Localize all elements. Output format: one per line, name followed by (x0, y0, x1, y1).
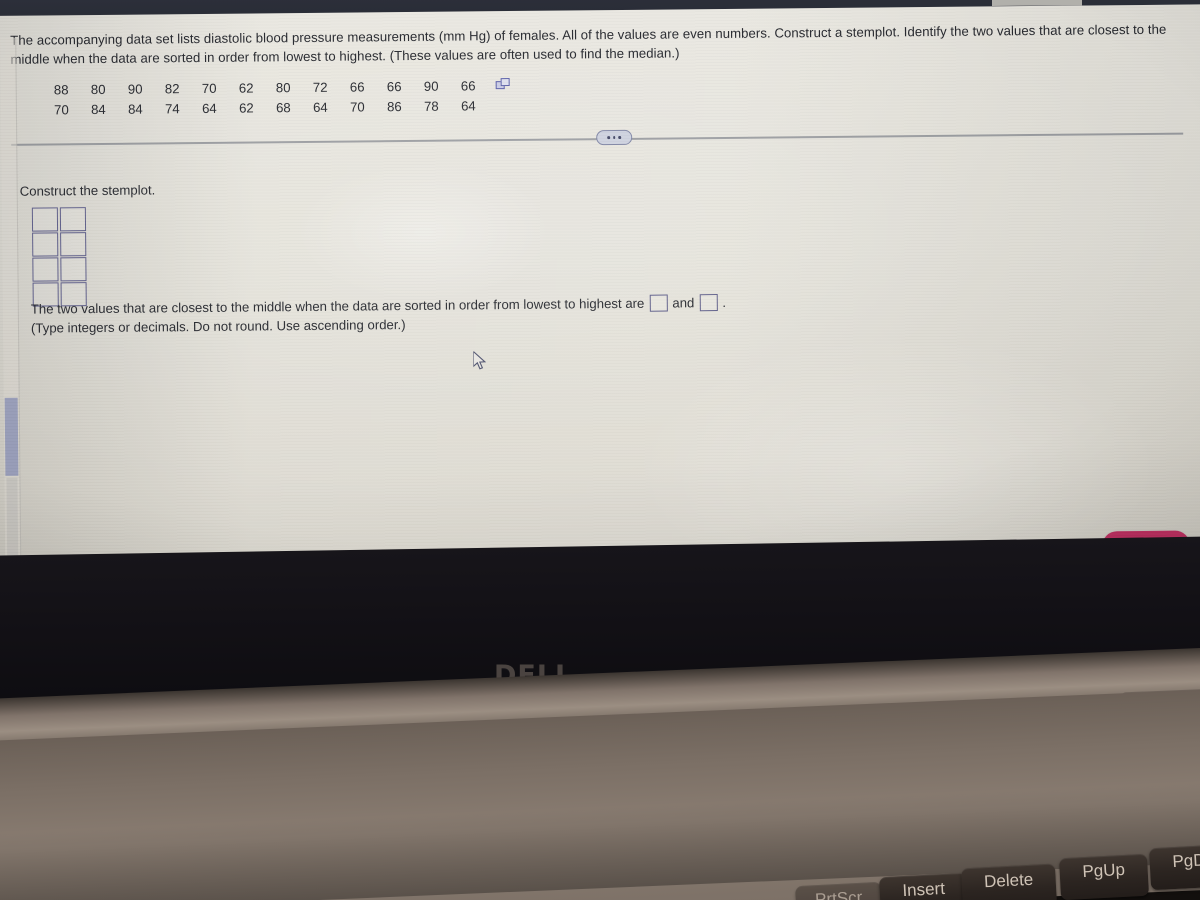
data-cell: 84 (90, 101, 106, 117)
stemplot-row (32, 257, 87, 282)
data-cell: 70 (201, 80, 217, 96)
copy-icon[interactable] (495, 78, 512, 92)
data-cell: 78 (423, 98, 439, 114)
stemplot-leaf-input[interactable] (60, 257, 87, 282)
stemplot-stem-input[interactable] (32, 257, 59, 282)
key-label: Delete (983, 869, 1034, 892)
data-cell: 70 (53, 101, 69, 117)
data-cell: 90 (423, 78, 439, 94)
data-cell: 66 (349, 78, 365, 95)
stemplot-row (32, 232, 87, 257)
data-cell: 74 (164, 100, 180, 116)
vertical-scrollbar[interactable] (0, 37, 22, 578)
stemplot-stem-input[interactable] (32, 232, 59, 257)
copy-icon-front-square (500, 78, 510, 87)
answer-input-2[interactable] (699, 294, 718, 312)
data-cell: 90 (127, 81, 143, 97)
scrollbar-thumb[interactable] (4, 397, 19, 476)
data-cell: 64 (201, 100, 217, 116)
key-delete[interactable]: Delete (960, 863, 1058, 900)
data-cell: 66 (460, 77, 476, 94)
key-label: PgUp (1081, 859, 1126, 882)
question-prompt: The accompanying data set lists diastoli… (10, 21, 1167, 67)
key-label: PrtScr (814, 887, 863, 900)
subprompt-construct-stemplot: Construct the stemplot. (19, 182, 156, 199)
data-cell: 70 (349, 98, 365, 115)
data-set-table: 88 80 90 82 70 62 80 72 66 66 90 66 70 8… (43, 75, 512, 120)
answer-input-1[interactable] (649, 294, 668, 312)
answer-sentence: The two values that are closest to the m… (31, 294, 726, 318)
data-cell: 88 (53, 81, 69, 97)
data-row-2: 70 84 84 74 64 62 68 64 70 86 78 64 (43, 95, 512, 120)
data-cell: 82 (164, 80, 180, 96)
stemplot-stem-input[interactable] (31, 207, 59, 232)
ellipsis-dot (607, 136, 610, 139)
answer-sentence-period: . (722, 294, 727, 311)
laptop-photo-stage: The accompanying data set lists diastoli… (0, 0, 1200, 900)
data-cell: 86 (386, 98, 402, 114)
data-cell: 62 (238, 79, 254, 96)
answer-conjunction: and (672, 295, 695, 311)
data-cell: 64 (460, 97, 476, 114)
ellipsis-expand-button[interactable] (596, 129, 633, 146)
data-cell: 64 (312, 99, 328, 115)
data-cell: 72 (312, 79, 328, 95)
mouse-pointer-icon (473, 351, 487, 370)
data-cell: 84 (127, 101, 143, 117)
data-cell: 62 (238, 99, 254, 116)
data-cell: 80 (90, 81, 106, 97)
stemplot-leaf-input[interactable] (60, 232, 87, 257)
data-cell: 68 (275, 99, 291, 115)
laptop-screen: The accompanying data set lists diastoli… (0, 4, 1200, 586)
key-pgup[interactable]: PgUp (1058, 853, 1150, 900)
stemplot-input-grid (31, 207, 87, 308)
key-label: PgDn (1171, 849, 1200, 872)
answer-sentence-text: The two values that are closest to the m… (30, 295, 645, 317)
stemplot-row (31, 207, 87, 232)
key-pgdn[interactable]: PgDn (1148, 843, 1200, 891)
data-cell: 80 (275, 79, 291, 95)
data-cell: 66 (386, 78, 402, 94)
answer-format-note: (Type integers or decimals. Do not round… (30, 317, 406, 336)
stemplot-leaf-input[interactable] (59, 207, 87, 232)
key-insert[interactable]: Insert (878, 872, 970, 900)
ellipsis-dot (618, 136, 621, 139)
ellipsis-dot (612, 136, 616, 139)
key-label: Insert (901, 878, 946, 900)
exercise-page: The accompanying data set lists diastoli… (0, 4, 1200, 578)
